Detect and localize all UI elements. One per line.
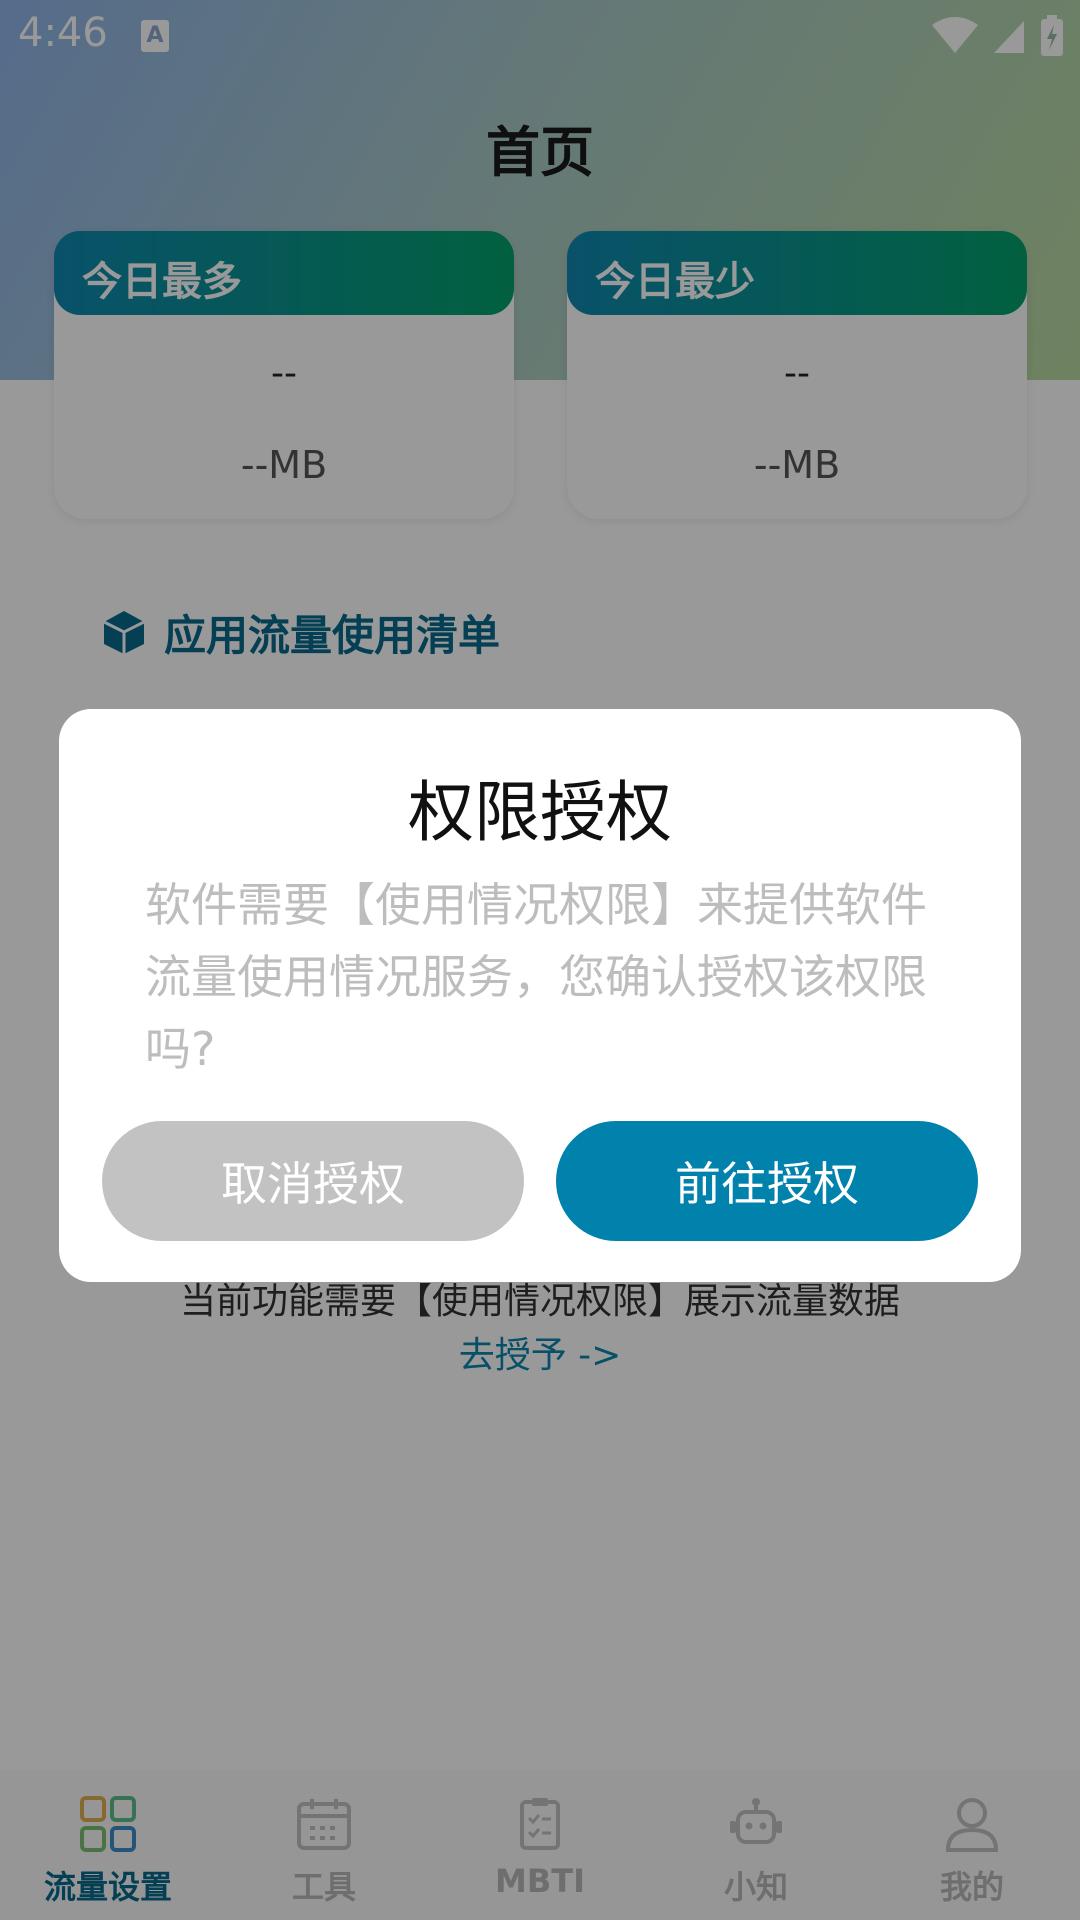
dialog-message: 软件需要【使用情况权限】来提供软件流量使用情况服务，您确认授权该权限吗? bbox=[145, 878, 927, 1076]
cancel-authorization-button[interactable]: 取消授权 bbox=[102, 1121, 524, 1241]
permission-dialog: 权限授权 软件需要【使用情况权限】来提供软件流量使用情况服务，您确认授权该权限吗… bbox=[59, 709, 1021, 1282]
dialog-title: 权限授权 bbox=[408, 774, 672, 851]
go-authorize-button[interactable]: 前往授权 bbox=[556, 1121, 978, 1241]
